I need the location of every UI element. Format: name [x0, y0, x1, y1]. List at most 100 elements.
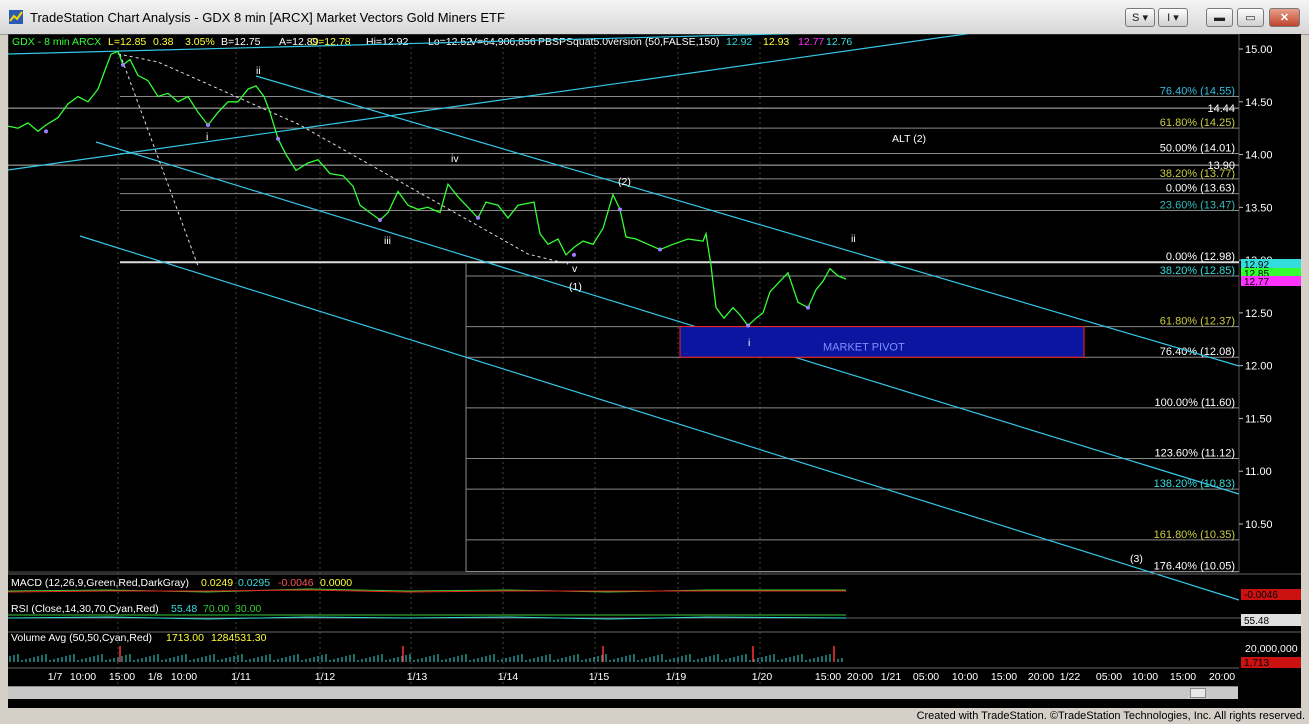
- header-symbol: GDX - 8 min: [12, 36, 70, 48]
- time-axis-label: 1/11: [231, 671, 251, 683]
- time-axis-label: 10:00: [70, 671, 96, 683]
- time-axis-label: 15:00: [815, 671, 841, 683]
- time-axis-label: 1/22: [1060, 671, 1081, 683]
- maximize-icon: ▭: [1245, 12, 1256, 24]
- price-axis-label: 13.50: [1245, 202, 1273, 214]
- time-axis-label: 1/7: [48, 671, 63, 683]
- price-axis-label: 12.50: [1245, 308, 1273, 320]
- swing-marker: [378, 218, 382, 222]
- fib-level-label: 61.80% (12.37): [1160, 316, 1235, 328]
- horizontal-scrollbar[interactable]: [8, 686, 1238, 699]
- market-pivot-label: MARKET PIVOT: [823, 342, 905, 354]
- swing-marker: [618, 207, 622, 212]
- fib-level-label: 100.00% (11.60): [1154, 397, 1235, 409]
- header-high: Hi=12.92: [366, 36, 408, 48]
- macd-value: 0.0000: [320, 577, 352, 589]
- volume-badge-label: 1,713: [1244, 658, 1269, 669]
- header-pct: 3.05%: [185, 36, 215, 48]
- trend-channel-line: [255, 75, 1240, 367]
- horizontal-level-label: 14.44: [1207, 103, 1235, 115]
- swing-marker: [44, 129, 48, 134]
- price-panel-frame: [8, 34, 1240, 573]
- fib-level-label: 176.40% (10.05): [1154, 561, 1235, 573]
- swing-marker: [121, 62, 125, 67]
- swing-marker: [572, 252, 576, 257]
- time-axis-label: 1/12: [315, 671, 336, 683]
- header-last: L=12.85: [108, 36, 146, 48]
- copyright-footer: Created with TradeStation. ©TradeStation…: [916, 710, 1305, 722]
- macd-value: 0.0249: [201, 577, 233, 589]
- price-line: [8, 50, 847, 327]
- fib-level-label: 61.80% (14.25): [1160, 117, 1235, 129]
- time-axis-label: 1/20: [752, 671, 773, 683]
- tradestation-app-icon: [9, 10, 23, 24]
- symbol-link-i-button[interactable]: I ▾: [1158, 8, 1188, 27]
- macd-value: -0.0046: [278, 577, 314, 589]
- price-axis-label: 11.50: [1245, 413, 1272, 425]
- volume-value: 1713.00: [166, 632, 204, 644]
- volume-value: 1284531.30: [211, 632, 267, 644]
- dashed-projection-line: [117, 53, 569, 265]
- header-exchange: ARCX: [72, 36, 101, 48]
- minimize-button[interactable]: ▬: [1206, 8, 1233, 27]
- swing-marker: [806, 305, 810, 310]
- price-chart[interactable]: GDX - 8 min ARCX L=12.85 0.38 3.05% B=12.75 A=…: [8, 34, 1301, 708]
- fib-level-label: 50.00% (14.01): [1160, 143, 1235, 155]
- macd-value: 0.0295: [238, 577, 270, 589]
- swing-marker: [658, 247, 662, 252]
- wave-label: (1): [569, 281, 582, 293]
- time-axis-label: 1/8: [148, 671, 163, 683]
- title-bar[interactable]: TradeStation Chart Analysis - GDX 8 min …: [0, 0, 1309, 35]
- price-axis-label: 12.00: [1245, 361, 1273, 373]
- fib-level-label: 76.40% (14.55): [1160, 86, 1235, 98]
- trend-channel-line: [79, 235, 1240, 601]
- wave-label: i: [748, 337, 750, 349]
- price-axis-label: 11.00: [1245, 466, 1272, 478]
- price-badge-label: 12.77: [1244, 277, 1269, 288]
- close-icon: ✕: [1279, 12, 1290, 24]
- fib-level-label: 0.00% (13.63): [1166, 183, 1235, 195]
- wave-label: ALT (2): [892, 133, 926, 145]
- swing-marker: [746, 323, 750, 328]
- wave-label: v: [572, 263, 578, 275]
- dashed-projection-line: [119, 53, 199, 267]
- s-button-label: S: [1132, 12, 1140, 24]
- wave-label: (3): [1130, 553, 1143, 565]
- swing-marker: [476, 215, 480, 220]
- maximize-button[interactable]: ▭: [1237, 8, 1264, 27]
- chart-area[interactable]: GDX - 8 min ARCX L=12.85 0.38 3.05% B=12.75 A=…: [8, 34, 1301, 708]
- header-v2: 12.93: [763, 36, 789, 48]
- scrollbar-thumb[interactable]: [1190, 688, 1206, 698]
- close-button[interactable]: ✕: [1269, 8, 1300, 27]
- header-v1: 12.92: [726, 36, 752, 48]
- header-v4: 12.76: [826, 36, 852, 48]
- time-axis-label: 1/14: [498, 671, 519, 683]
- rsi-value: 30.00: [235, 603, 261, 615]
- time-axis-label: 10:00: [952, 671, 978, 683]
- wave-label: iv: [451, 153, 459, 165]
- horizontal-level-label: 13.90: [1207, 160, 1235, 172]
- fib-level-label: 23.60% (13.47): [1160, 200, 1235, 212]
- symbol-link-s-button[interactable]: S ▾: [1125, 8, 1155, 27]
- minimize-icon: ▬: [1214, 12, 1225, 24]
- price-axis-label: 10.50: [1245, 519, 1273, 531]
- time-axis-label: 1/13: [407, 671, 428, 683]
- tradestation-window: TradeStation Chart Analysis - GDX 8 min …: [0, 0, 1309, 724]
- fib-level-label: 38.20% (12.85): [1160, 265, 1235, 277]
- fib-level-label: 0.00% (12.98): [1166, 251, 1235, 263]
- time-axis-label: 10:00: [1132, 671, 1158, 683]
- trend-channel-line: [8, 34, 971, 171]
- header-v3: 12.77: [798, 36, 824, 48]
- time-axis-label: 15:00: [991, 671, 1017, 683]
- window-title: TradeStation Chart Analysis - GDX 8 min …: [30, 10, 505, 25]
- chevron-down-icon: ▾: [1173, 12, 1179, 24]
- header-bid: B=12.75: [221, 36, 261, 48]
- volume-axis-label: 20,000,000: [1245, 643, 1298, 655]
- wave-label: (2): [618, 176, 631, 188]
- wave-label: iii: [384, 235, 391, 247]
- fib-level-label: 76.40% (12.08): [1160, 346, 1235, 358]
- swing-marker: [206, 123, 210, 127]
- price-axis-label: 15.00: [1245, 44, 1273, 56]
- time-axis-label: 15:00: [1170, 671, 1196, 683]
- macd-badge-label: -0.0046: [1244, 590, 1278, 601]
